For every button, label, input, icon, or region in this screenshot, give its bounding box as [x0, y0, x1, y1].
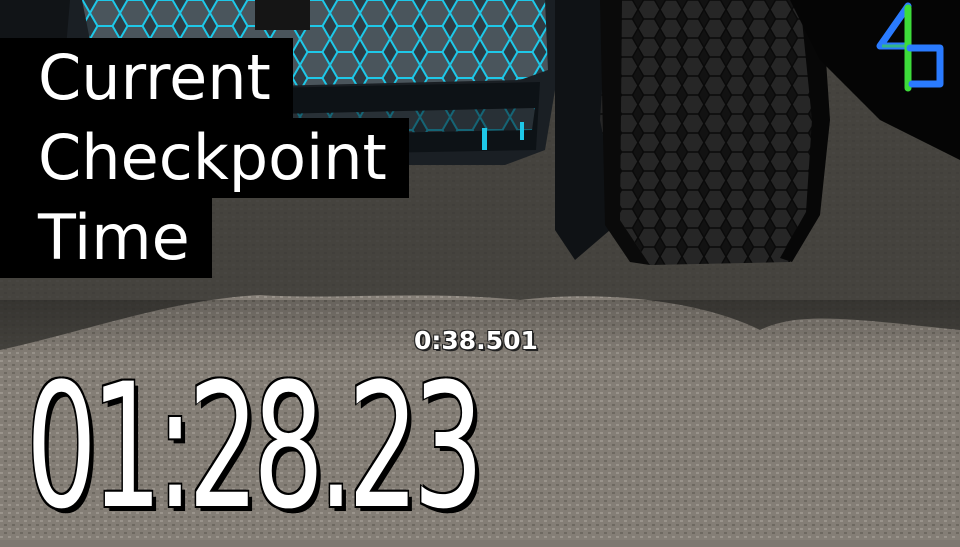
tire: [600, 0, 830, 265]
title-line-1: Current: [0, 38, 293, 118]
video-title-overlay: Current Checkpoint Time: [0, 38, 409, 278]
race-timer: 01:28.23: [26, 346, 484, 547]
title-line-3: Time: [0, 198, 212, 278]
4b-logo-icon: [876, 2, 944, 92]
title-line-2: Checkpoint: [0, 118, 409, 198]
